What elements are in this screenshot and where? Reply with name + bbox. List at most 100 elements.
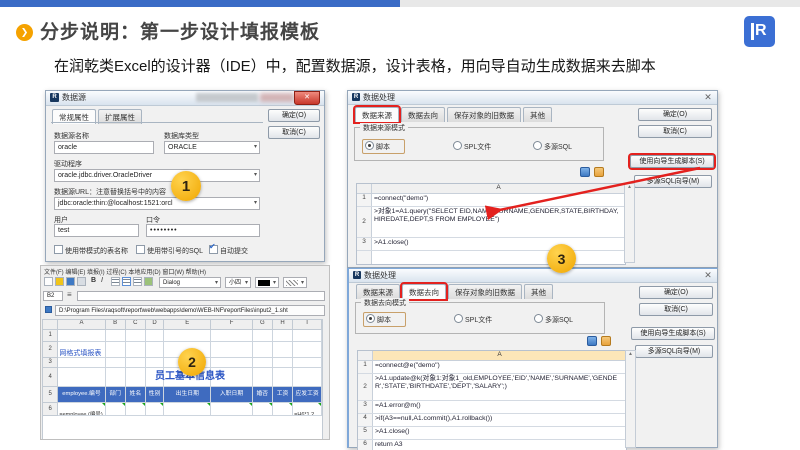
row-header[interactable]: 2 <box>43 342 59 358</box>
checkbox-quoted-sql[interactable]: 使用带引号的SQL <box>136 245 203 256</box>
tab-other[interactable]: 其他 <box>524 284 553 299</box>
cancel-button[interactable]: 取消(C) <box>638 125 712 138</box>
radio-script[interactable]: 脚本 <box>362 139 405 154</box>
table-header-cell[interactable]: 应发工资 <box>293 387 322 403</box>
table-header-cell[interactable]: employee.编号 <box>58 387 106 403</box>
row-header[interactable]: 6 <box>43 403 59 416</box>
col-header[interactable]: H <box>272 320 294 330</box>
script-row[interactable]: 1 =connect@e("demo") <box>358 360 626 374</box>
scroll-up-icon[interactable]: ▲ <box>628 351 633 357</box>
save-icon[interactable] <box>66 277 75 286</box>
wizard-script-button[interactable]: 使用向导生成脚本(S) <box>630 155 714 168</box>
col-header[interactable]: D <box>145 320 165 330</box>
sheet-grid[interactable]: A B C D E F G H I 1 2 网格式填报表 3 4 员工基本信息表… <box>42 319 323 439</box>
align-left-icon[interactable] <box>111 277 120 286</box>
align-center-icon[interactable] <box>122 277 131 286</box>
script-row[interactable]: 5 >A1.close() <box>358 426 626 440</box>
ok-button[interactable]: 确定(O) <box>639 286 713 299</box>
user-input[interactable]: test <box>54 224 139 237</box>
col-header[interactable]: A <box>58 320 106 330</box>
print-icon[interactable] <box>77 277 86 286</box>
formula-input[interactable] <box>77 291 325 301</box>
sheet-cell-text[interactable]: 网格式填报表 <box>58 350 101 357</box>
script-row[interactable]: 2 >对象1=A1.query("SELECT EID,NAME,SURNAME,… <box>357 206 625 238</box>
file-tab[interactable]: D:\Program Files\raqsoft\report\web\weba… <box>55 305 325 316</box>
italic-button[interactable]: I <box>101 277 103 284</box>
url-select[interactable]: jdbc:oracle:thin:@localhost:1521:orcl ▾ <box>54 197 260 210</box>
script-row[interactable]: 6 return A3 <box>358 439 626 450</box>
tab-save-old-data[interactable]: 保存对象的旧数据 <box>448 284 522 299</box>
db-type-select[interactable]: ORACLE ▾ <box>164 141 260 154</box>
tab-data-target[interactable]: 数据去向 <box>402 284 446 299</box>
datasource-name-input[interactable]: oracle <box>54 141 154 154</box>
import-icon[interactable] <box>580 167 590 177</box>
tab-other[interactable]: 其他 <box>523 107 552 122</box>
driver-select[interactable]: oracle.jdbc.driver.OracleDriver ▾ <box>54 169 260 182</box>
wizard-script-button[interactable]: 使用向导生成脚本(S) <box>631 327 715 340</box>
table-header-cell[interactable]: 部门 <box>105 387 126 403</box>
password-input[interactable]: •••••••• <box>146 224 260 237</box>
col-header[interactable]: E <box>164 320 212 330</box>
export-icon[interactable] <box>594 167 604 177</box>
import-icon[interactable] <box>587 336 597 346</box>
row-header[interactable]: 5 <box>43 387 59 403</box>
ok-button[interactable]: 确定(O) <box>638 108 712 121</box>
script-row[interactable]: 1 =connect("demo") <box>357 193 625 207</box>
col-header[interactable]: B <box>105 320 126 330</box>
cancel-button[interactable]: 取消(C) <box>268 126 320 139</box>
table-header-cell[interactable]: 出生日期 <box>164 387 212 403</box>
menu-bar[interactable]: 文件(F) 编辑(E) 填报(I) 过程(C) 本地应用(D) 窗口(W) 帮助… <box>44 267 206 276</box>
sheet-cell-formula[interactable]: =employee.(编号) <box>58 403 106 416</box>
tab-data-source[interactable]: 数据来源 <box>355 107 399 122</box>
row-header[interactable]: 3 <box>43 358 59 368</box>
font-size-select[interactable]: 小四 ▾ <box>225 277 251 288</box>
multi-sql-wizard-button[interactable]: 多源SQL向导(M) <box>635 345 713 358</box>
col-header[interactable]: G <box>252 320 273 330</box>
row-header[interactable]: 4 <box>43 368 59 387</box>
merge-cells-icon[interactable] <box>144 277 153 286</box>
script-row[interactable]: 4 >if(A3==null,A1.commit(),A1.rollback()) <box>358 413 626 427</box>
tab-data-target[interactable]: 数据去向 <box>401 107 445 122</box>
multi-sql-wizard-button[interactable]: 多源SQL向导(M) <box>634 175 712 188</box>
row-header[interactable]: 1 <box>43 330 59 342</box>
col-header[interactable]: F <box>211 320 253 330</box>
script-grid[interactable]: A 1 =connect@e("demo") 2 >A1.update@k(对象1:… <box>357 350 627 450</box>
sheet-cell-formula[interactable]: =H6*1.2 <box>293 403 322 416</box>
font-color-select[interactable]: ▾ <box>255 277 279 288</box>
checkbox-schema[interactable]: 使用带模式的表名称 <box>54 245 128 256</box>
script-row[interactable]: 3 =A1.error@m() <box>358 400 626 414</box>
checkbox-autocommit[interactable]: ✔ 自动提交 <box>209 242 248 256</box>
grid-scrollbar[interactable]: ▲ <box>625 350 636 448</box>
close-button[interactable]: ✕ <box>701 91 715 104</box>
font-select[interactable]: Dialog ▾ <box>159 277 221 288</box>
tab-data-source[interactable]: 数据来源 <box>356 284 400 299</box>
grid-scrollbar[interactable]: ▲ <box>624 183 635 263</box>
script-row[interactable]: 3 >A1.close() <box>357 237 625 251</box>
table-header-cell[interactable]: 工资 <box>272 387 294 403</box>
col-header[interactable]: C <box>125 320 146 330</box>
table-header-cell[interactable]: 婚否 <box>252 387 273 403</box>
cell-ref-box[interactable]: B2 <box>43 291 63 301</box>
pattern-select[interactable]: ▾ <box>283 277 307 288</box>
ok-button[interactable]: 确定(O) <box>268 109 320 122</box>
radio-script[interactable]: 脚本 <box>363 312 406 327</box>
cancel-button[interactable]: 取消(C) <box>639 303 713 316</box>
script-row[interactable]: 2 >A1.update@k(对象1:对象1_old,EMPLOYEE,'EID'… <box>358 373 626 401</box>
scroll-up-icon[interactable]: ▲ <box>627 184 632 190</box>
table-header-cell[interactable]: 姓名 <box>125 387 146 403</box>
radio-multi-sql[interactable]: 多源SQL <box>533 141 572 152</box>
script-grid[interactable]: A 1 =connect("demo") 2 >对象1=A1.query("SELE… <box>356 183 626 265</box>
radio-multi-sql[interactable]: 多源SQL <box>534 314 573 325</box>
close-button[interactable]: ✕ <box>701 269 715 282</box>
export-icon[interactable] <box>601 336 611 346</box>
align-right-icon[interactable] <box>133 277 142 286</box>
table-header-cell[interactable]: 入职日期 <box>211 387 253 403</box>
open-file-icon[interactable] <box>55 277 64 286</box>
radio-spl-file[interactable]: SPL文件 <box>453 141 491 152</box>
new-file-icon[interactable] <box>44 277 53 286</box>
radio-spl-file[interactable]: SPL文件 <box>454 314 492 325</box>
tab-save-old-data[interactable]: 保存对象的旧数据 <box>447 107 521 122</box>
col-header[interactable]: I <box>293 320 322 330</box>
table-header-cell[interactable]: 性别 <box>145 387 165 403</box>
close-button[interactable]: ✕ <box>294 91 320 105</box>
